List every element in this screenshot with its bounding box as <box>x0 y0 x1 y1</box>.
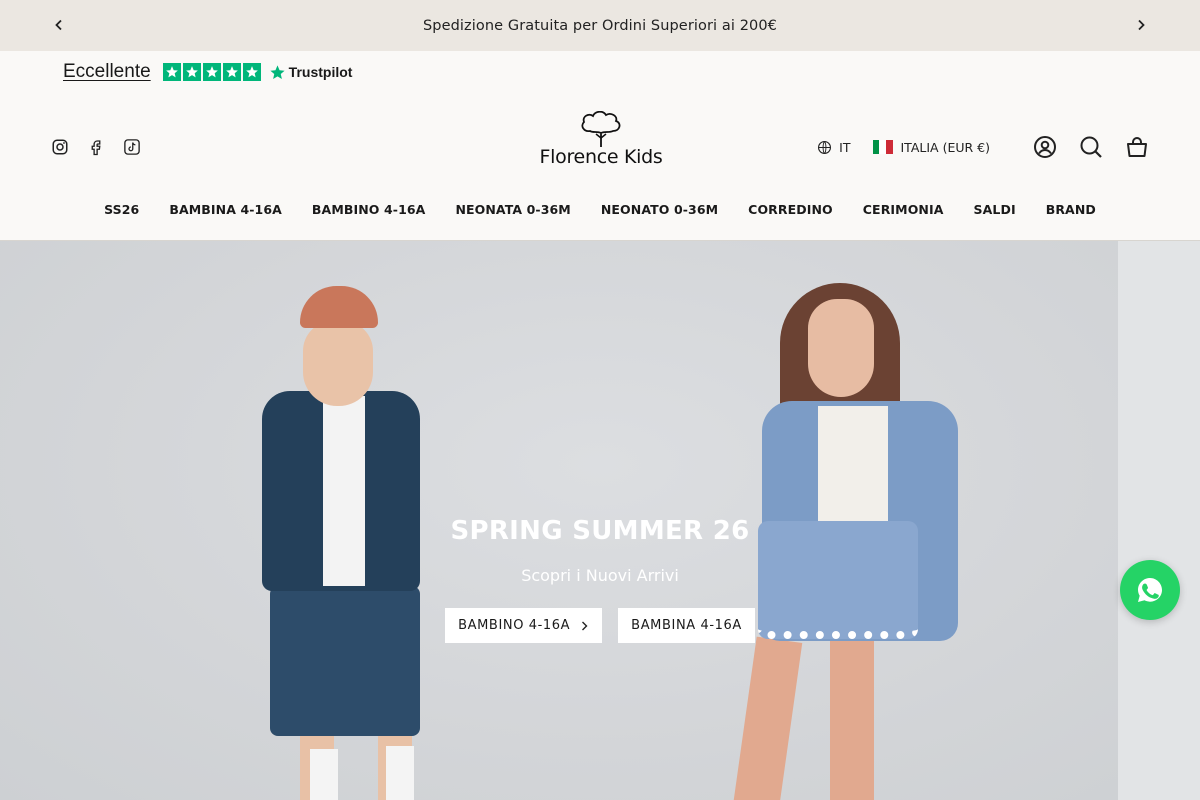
star-icon <box>182 63 201 81</box>
chevron-right-icon <box>1138 19 1145 31</box>
facebook-icon[interactable] <box>86 137 106 157</box>
site-header: Eccellente Trustpilot Florence Kids IT I… <box>0 51 1200 241</box>
trustpilot-star-icon <box>270 64 285 79</box>
trustpilot-brand-text: Trustpilot <box>288 64 353 80</box>
nav-item-bambina[interactable]: BAMBINA 4-16A <box>169 202 282 217</box>
language-selector[interactable]: IT <box>817 139 851 155</box>
hero-content: SPRING SUMMER 26 Scopri i Nuovi Arrivi B… <box>0 516 1200 643</box>
nav-item-neonata[interactable]: NEONATA 0-36M <box>455 202 570 217</box>
country-selector[interactable]: ITALIA (EUR €) <box>872 139 991 155</box>
header-utilities: IT ITALIA (EUR €) <box>817 134 1150 160</box>
account-icon[interactable] <box>1032 134 1058 160</box>
hero-button-bambina[interactable]: BAMBINA 4-16A <box>618 608 755 643</box>
site-logo[interactable]: Florence Kids <box>538 111 664 177</box>
nav-item-cerimonia[interactable]: CERIMONIA <box>863 202 944 217</box>
cart-icon[interactable] <box>1124 134 1150 160</box>
tree-logo-icon <box>581 111 621 147</box>
trustpilot-stars <box>162 63 261 81</box>
whatsapp-icon <box>1138 578 1162 602</box>
tiktok-icon[interactable] <box>122 137 142 157</box>
hero-subtitle: Scopri i Nuovi Arrivi <box>521 566 679 585</box>
language-label: IT <box>839 139 851 155</box>
nav-item-brand[interactable]: BRAND <box>1046 202 1096 217</box>
announcement-next-button[interactable] <box>1130 14 1152 36</box>
logo-text: Florence Kids <box>539 146 663 168</box>
announcement-text: Spedizione Gratuita per Ordini Superiori… <box>422 17 778 34</box>
hero-title: SPRING SUMMER 26 <box>450 516 750 546</box>
hero-banner: SPRING SUMMER 26 Scopri i Nuovi Arrivi B… <box>0 241 1200 800</box>
search-icon[interactable] <box>1078 134 1104 160</box>
star-icon <box>202 63 221 81</box>
trustpilot-logo: Trustpilot <box>269 64 353 81</box>
trustpilot-rating-label[interactable]: Eccellente <box>63 61 151 83</box>
trustpilot-widget[interactable]: Eccellente Trustpilot <box>63 61 352 83</box>
star-icon <box>162 63 181 81</box>
chevron-left-icon <box>55 19 62 31</box>
hero-button-label: BAMBINO 4-16A <box>458 618 571 633</box>
italy-flag-icon <box>872 140 893 154</box>
nav-item-bambino[interactable]: BAMBINO 4-16A <box>312 202 426 217</box>
country-label: ITALIA (EUR €) <box>900 139 991 155</box>
announcement-prev-button[interactable] <box>48 14 70 36</box>
announcement-bar: Spedizione Gratuita per Ordini Superiori… <box>0 0 1200 51</box>
globe-icon <box>818 140 832 154</box>
hero-button-label: BAMBINA 4-16A <box>631 618 742 633</box>
chevron-right-icon <box>582 621 588 630</box>
nav-item-corredino[interactable]: CORREDINO <box>748 202 833 217</box>
nav-item-ss26[interactable]: SS26 <box>104 202 139 217</box>
social-links <box>50 137 142 157</box>
star-icon <box>242 63 261 81</box>
main-nav: SS26 BAMBINA 4-16A BAMBINO 4-16A NEONATA… <box>0 202 1200 217</box>
instagram-icon[interactable] <box>50 137 70 157</box>
hero-buttons: BAMBINO 4-16A BAMBINA 4-16A <box>445 608 755 643</box>
nav-item-neonato[interactable]: NEONATO 0-36M <box>601 202 718 217</box>
hero-button-bambino[interactable]: BAMBINO 4-16A <box>445 608 603 643</box>
nav-item-saldi[interactable]: SALDI <box>974 202 1016 217</box>
whatsapp-chat-button[interactable] <box>1120 560 1180 620</box>
star-icon <box>222 63 241 81</box>
